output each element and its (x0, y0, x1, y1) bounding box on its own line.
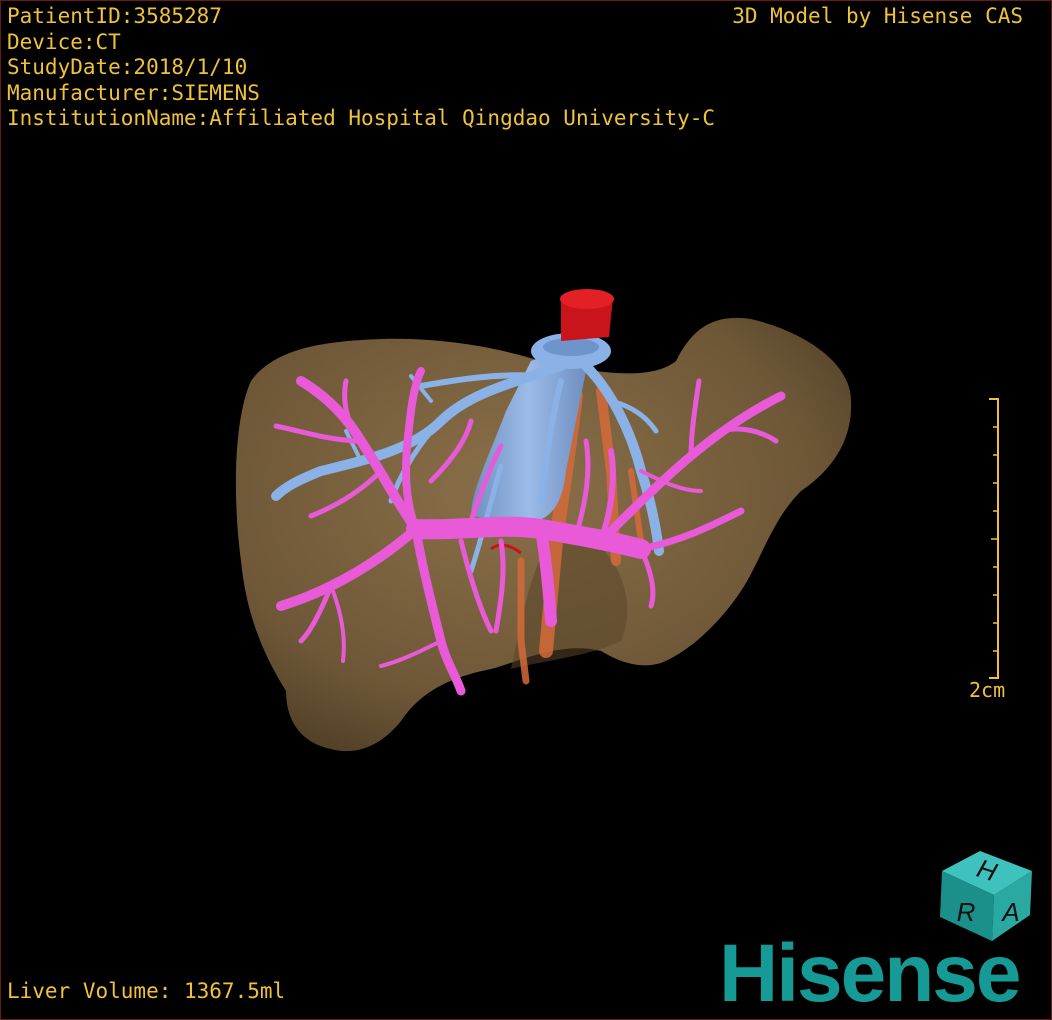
hisense-logo: Hisense (719, 928, 1022, 1019)
model-credit: 3D Model by Hisense CAS (732, 4, 1023, 28)
scale-bar (989, 398, 999, 679)
institution-name: InstitutionName:Affiliated Hospital Qing… (7, 106, 716, 130)
patient-info-block: PatientID:3585287 Device:CT StudyDate:20… (7, 4, 715, 132)
confluence-highlight (543, 338, 599, 356)
study-date: StudyDate:2018/1/10 (7, 55, 248, 79)
cube-letter-r: R (957, 897, 976, 927)
scale-bar-label: 2cm (969, 678, 1006, 702)
device: Device:CT (7, 29, 121, 54)
3d-viewport[interactable]: PatientID:3585287 Device:CT StudyDate:20… (0, 0, 1052, 1020)
cube-letter-a: A (1000, 897, 1019, 927)
liver-volume: Liver Volume: 1367.5ml (7, 979, 286, 1003)
manufacturer: Manufacturer:SIEMENS (7, 80, 260, 105)
aorta (560, 289, 614, 341)
patient-id: PatientID:3585287 (7, 4, 222, 28)
liver-3d-model[interactable] (1, 1, 1051, 1019)
